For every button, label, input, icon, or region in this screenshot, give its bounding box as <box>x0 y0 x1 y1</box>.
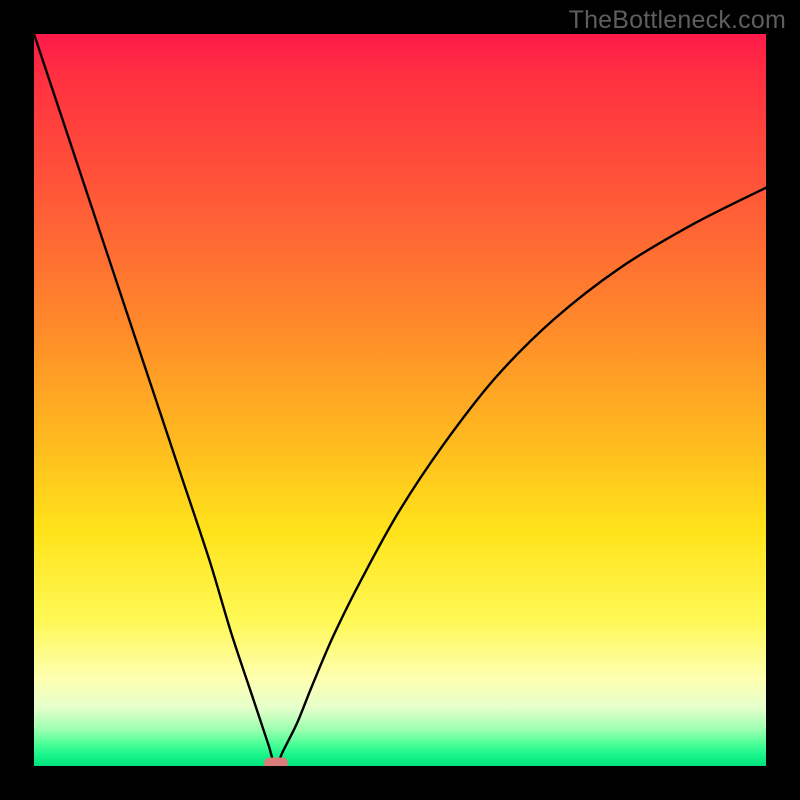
bottleneck-curve <box>34 34 766 766</box>
watermark-text: TheBottleneck.com <box>569 6 786 35</box>
optimal-point-marker <box>264 758 288 767</box>
chart-frame: TheBottleneck.com <box>0 0 800 800</box>
plot-area <box>34 34 766 766</box>
